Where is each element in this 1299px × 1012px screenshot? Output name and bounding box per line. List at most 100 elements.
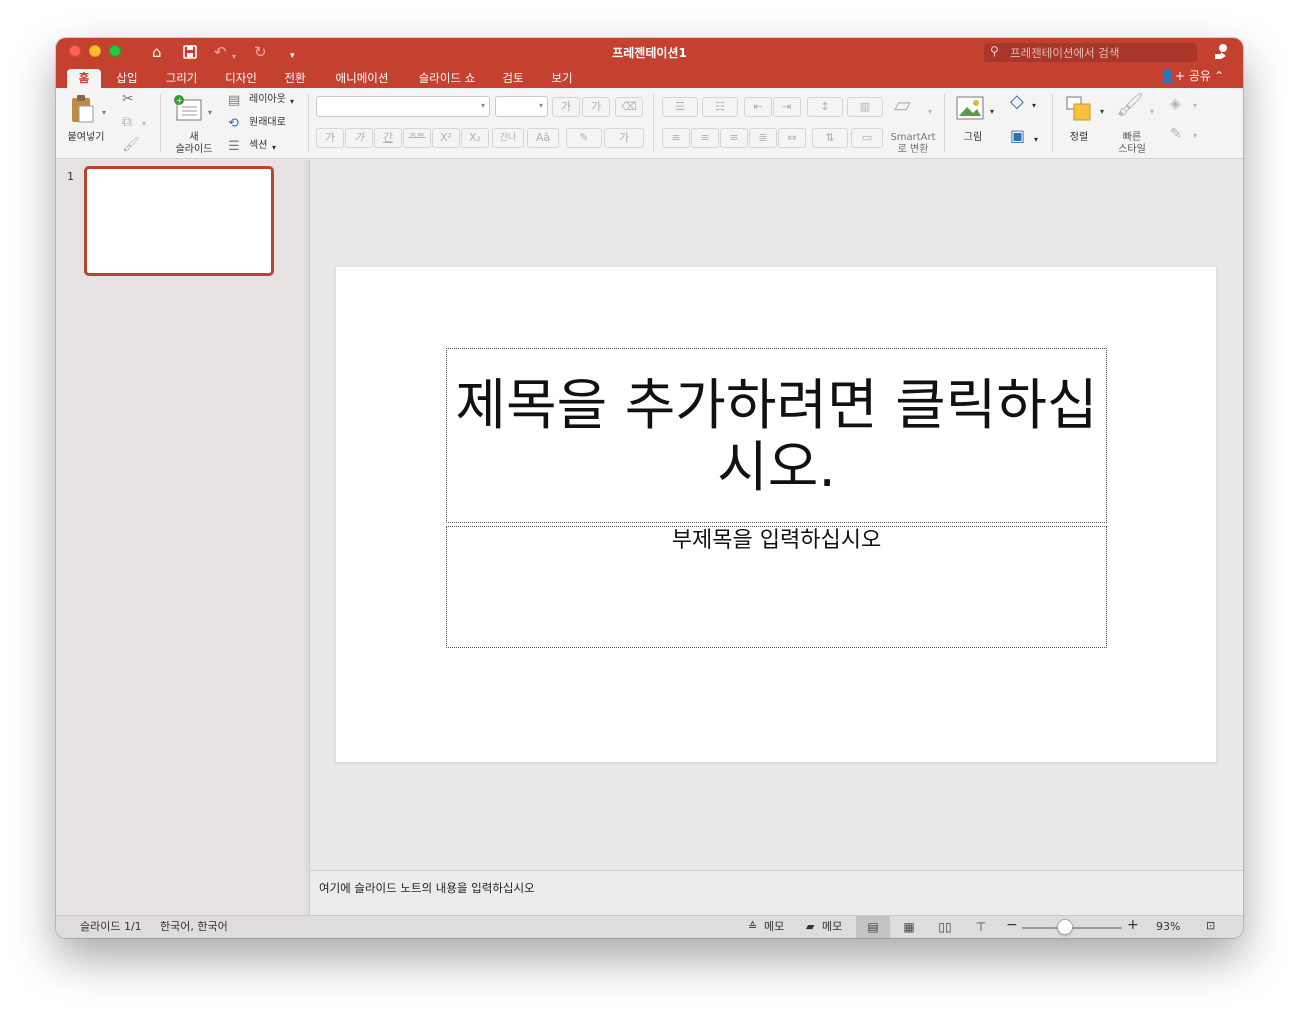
subtitle-placeholder[interactable]: 부제목을 입력하십시오 xyxy=(446,526,1107,648)
align-right-button[interactable]: ≡ xyxy=(720,128,748,148)
font-shrink-button[interactable]: 가 xyxy=(582,97,610,117)
picture-icon xyxy=(956,96,984,120)
align-right-icon: ≡ xyxy=(729,131,739,144)
section-dropdown-icon: ▾ xyxy=(272,143,277,152)
paste-icon[interactable] xyxy=(70,94,96,128)
text-box-icon[interactable]: ▣ xyxy=(1010,128,1025,144)
comments-button[interactable]: ▰ 메모 xyxy=(804,916,848,938)
font-name-select[interactable]: ▾ xyxy=(316,96,490,117)
bold-button[interactable]: 가 xyxy=(316,128,344,148)
quick-styles-label-line1: 빠른 xyxy=(1122,132,1142,143)
section-label: 섹션 xyxy=(249,140,268,151)
strikethrough-button[interactable]: ᄎᄐᄐ xyxy=(403,128,431,148)
tab-home[interactable]: 홈 xyxy=(67,69,101,88)
arrange-button[interactable]: ▾ 정렬 xyxy=(1066,96,1110,152)
account-icon[interactable] xyxy=(1212,42,1230,60)
bullet-list-icon: ☰ xyxy=(675,100,685,113)
shape-fill-icon[interactable]: ◈ xyxy=(1170,96,1181,112)
share-button[interactable]: 👤+ 공유 xyxy=(1160,67,1211,86)
reading-view-button[interactable]: ▯▯ xyxy=(928,916,962,938)
tab-draw[interactable]: 그리기 xyxy=(159,69,204,88)
fit-to-window-icon[interactable]: ⊡ xyxy=(1206,919,1215,933)
zoom-out-icon[interactable]: − xyxy=(1006,918,1018,932)
shapes-dropdown-icon[interactable]: ▾ xyxy=(1032,98,1036,114)
character-spacing-button[interactable]: 간나 xyxy=(492,128,524,148)
subscript-button[interactable]: X₂ xyxy=(461,128,489,148)
bullets-button[interactable]: ☰ xyxy=(662,97,698,117)
separator xyxy=(944,94,945,152)
separator xyxy=(160,94,161,152)
superscript-button[interactable]: X² xyxy=(432,128,460,148)
copy-dropdown-icon[interactable]: ▾ xyxy=(142,116,146,132)
font-size-select[interactable]: ▾ xyxy=(495,96,548,117)
numbering-button[interactable]: ☷ xyxy=(702,97,738,117)
shapes-icon[interactable]: ◇ xyxy=(1010,93,1024,111)
slide-thumbnail[interactable] xyxy=(84,166,274,276)
tab-design[interactable]: 디자인 xyxy=(218,69,264,88)
text-box-dropdown-icon[interactable]: ▾ xyxy=(1034,132,1038,148)
picture-dropdown-icon: ▾ xyxy=(990,107,995,116)
line-spacing-icon: ↕ xyxy=(820,100,830,113)
tab-animations[interactable]: 애니메이션 xyxy=(326,69,398,88)
reset-button[interactable]: ⟲ 원래대로 xyxy=(228,116,300,132)
language-indicator[interactable]: 한국어, 한국어 xyxy=(160,920,228,934)
slide-editor: 제목을 추가하려면 클릭하십시오. 부제목을 입력하십시오 xyxy=(310,160,1243,870)
picture-button[interactable]: ▾ 그림 xyxy=(956,96,1000,152)
slideshow-button[interactable]: ⊤ xyxy=(964,916,998,938)
new-slide-icon[interactable]: + xyxy=(173,94,203,126)
notes-toggle-button[interactable]: ≙ 메모 xyxy=(746,916,790,938)
zoom-percentage[interactable]: 93% xyxy=(1156,920,1180,934)
align-text-button[interactable]: ▭ xyxy=(851,128,883,148)
underline-button[interactable]: 간 xyxy=(374,128,402,148)
quick-styles-button[interactable]: 🖌 ▾ 빠른 스타일 xyxy=(1114,93,1162,156)
search-input[interactable]: ⚲ 프레젠테이션에서 검색 xyxy=(984,43,1197,62)
distributed-button[interactable]: ⇔ xyxy=(778,128,806,148)
tab-review[interactable]: 검토 xyxy=(496,69,530,88)
copy-icon[interactable]: ⧉ xyxy=(122,114,132,130)
cut-icon[interactable]: ✂ xyxy=(122,91,134,107)
highlight-button[interactable]: ✎ xyxy=(566,128,602,148)
smartart-label-line2: 로 변환 xyxy=(897,144,929,155)
line-spacing-button[interactable]: ↕ xyxy=(807,97,843,117)
font-grow-button[interactable]: 가 xyxy=(552,97,580,117)
title-placeholder[interactable]: 제목을 추가하려면 클릭하십시오. xyxy=(446,348,1107,523)
normal-view-button[interactable]: ▤ xyxy=(856,916,890,938)
shape-outline-icon[interactable]: ✎ xyxy=(1170,126,1182,142)
paste-dropdown-icon[interactable]: ▾ xyxy=(102,105,106,121)
decrease-indent-button[interactable]: ⇤ xyxy=(744,97,772,117)
layout-button[interactable]: ▤ 레이아웃 ▾ xyxy=(228,93,300,109)
columns-button[interactable]: ▥ xyxy=(847,97,883,117)
quick-styles-icon: 🖌 xyxy=(1116,93,1144,118)
smartart-button[interactable]: ▱ ▾ SmartArt 로 변환 xyxy=(890,94,938,156)
increase-indent-button[interactable]: ⇥ xyxy=(773,97,801,117)
section-button[interactable]: ☰ 섹션 ▾ xyxy=(228,139,300,155)
justify-button[interactable]: ≣ xyxy=(749,128,777,148)
normal-view-icon: ▤ xyxy=(867,920,879,934)
change-case-button[interactable]: Aā xyxy=(527,128,559,148)
notes-pane[interactable]: 여기에 슬라이드 노트의 내용을 입력하십시오 xyxy=(310,870,1243,915)
italic-button[interactable]: 가 xyxy=(345,128,373,148)
reset-icon: ⟲ xyxy=(228,116,239,131)
zoom-in-icon[interactable]: + xyxy=(1127,918,1139,932)
tab-insert[interactable]: 삽입 xyxy=(110,69,144,88)
slide-sorter-button[interactable]: ▦ xyxy=(892,916,926,938)
text-direction-button[interactable]: ⇅ xyxy=(812,128,848,148)
align-center-button[interactable]: ≡ xyxy=(691,128,719,148)
justify-icon: ≣ xyxy=(758,131,768,144)
font-color-button[interactable]: 가 xyxy=(604,128,644,148)
title-bar: ⌂ ↶ ▾ ↻ ▾ 프레젠테이션1 ⚲ 프레젠테이션에서 검색 xyxy=(56,38,1243,66)
new-slide-dropdown-icon[interactable]: ▾ xyxy=(208,105,212,121)
zoom-slider-thumb[interactable] xyxy=(1057,919,1073,935)
tab-slideshow[interactable]: 슬라이드 쇼 xyxy=(412,69,482,88)
shape-fill-dropdown-icon[interactable]: ▾ xyxy=(1193,98,1197,114)
tab-view[interactable]: 보기 xyxy=(545,69,579,88)
align-left-button[interactable]: ≡ xyxy=(662,128,690,148)
outdent-icon: ⇤ xyxy=(753,100,763,113)
notes-placeholder: 여기에 슬라이드 노트의 내용을 입력하십시오 xyxy=(319,881,535,895)
collapse-ribbon-icon[interactable]: ⌃ xyxy=(1214,67,1224,86)
shape-outline-dropdown-icon[interactable]: ▾ xyxy=(1193,128,1197,144)
layout-dropdown-icon: ▾ xyxy=(290,97,295,106)
clear-formatting-button[interactable]: ⌫ xyxy=(615,97,643,117)
format-painter-icon[interactable]: 🖌 xyxy=(122,137,140,153)
tab-transitions[interactable]: 전환 xyxy=(278,69,312,88)
